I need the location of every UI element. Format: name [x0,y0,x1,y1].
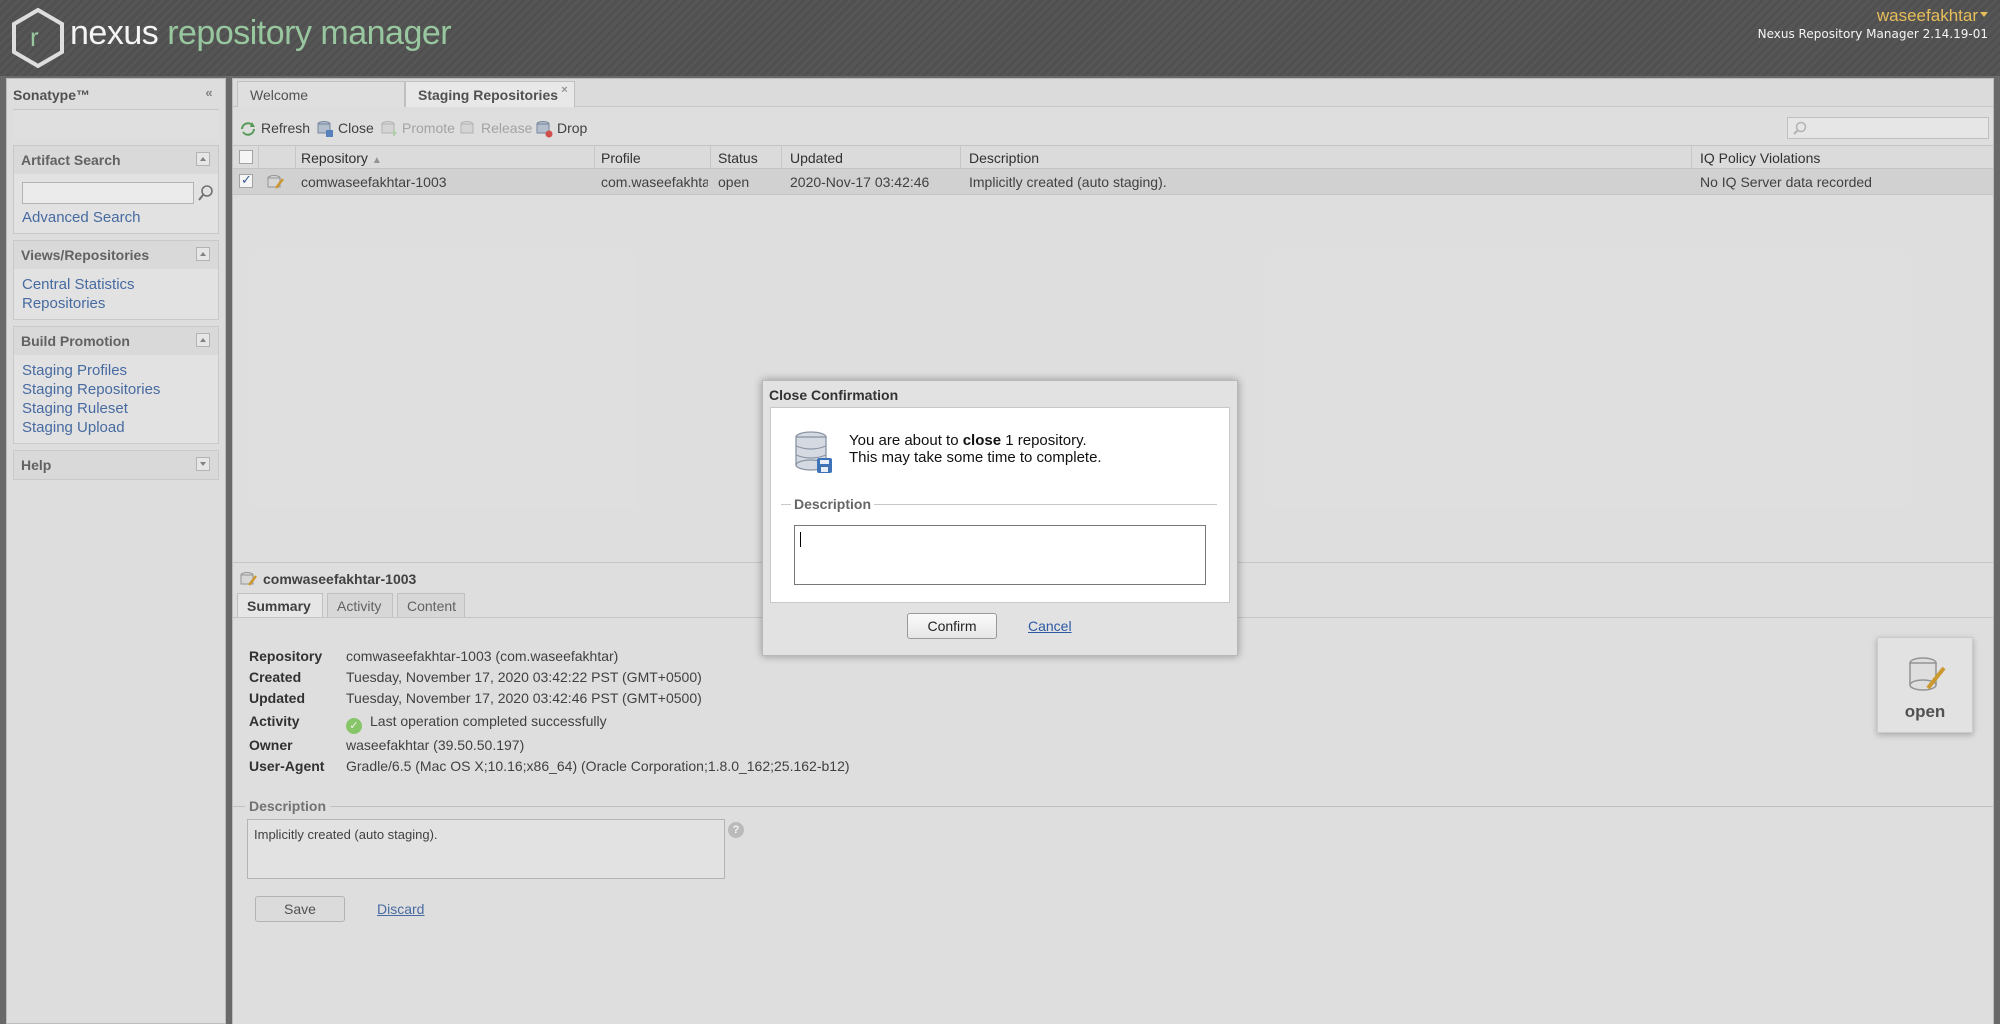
sidebar-link-staging-profiles[interactable]: Staging Profiles [22,361,210,380]
artifact-search-input[interactable] [22,182,194,204]
panel-header[interactable]: Help [14,451,218,479]
tab-welcome[interactable]: Welcome [237,81,405,107]
repository-edit-icon [240,572,257,586]
database-close-icon [317,121,333,137]
column-header-repository[interactable]: Repository ▲ [301,150,382,166]
column-header-status[interactable]: Status [718,150,758,166]
sidebar-link-staging-repositories[interactable]: Staging Repositories [22,380,210,399]
tab-content[interactable]: Content [397,593,465,617]
panel-views-repositories: Views/Repositories Central Statistics Re… [13,240,219,320]
drop-icon [536,121,553,138]
dialog-description-textarea[interactable] [794,525,1206,585]
description-textarea[interactable]: Implicitly created (auto staging). [247,819,725,879]
save-button[interactable]: Save [255,896,345,922]
nexus-logo-icon: r [12,8,64,68]
repository-edit-icon [267,175,284,189]
svg-text:r: r [30,22,39,52]
sidebar-link-staging-ruleset[interactable]: Staging Ruleset [22,399,210,418]
cell-updated: 2020-Nov-17 03:42:46 [790,174,930,190]
panel-help: Help [13,450,219,480]
collapse-up-icon[interactable] [196,333,210,347]
app-version: Nexus Repository Manager 2.14.19-01 [1757,27,1988,41]
database-icon [795,431,832,473]
close-tab-icon[interactable]: × [559,85,570,96]
sidebar-link-repositories[interactable]: Repositories [22,294,210,313]
sidebar-strip [13,109,219,139]
refresh-icon [241,122,255,136]
sidebar: Sonatype™ « Artifact Search Advanced Sea… [6,78,226,1024]
cell-iq-policy: No IQ Server data recorded [1700,174,1872,190]
tab-bar: Welcome Staging Repositories × [233,79,1993,107]
sidebar-link-central-statistics[interactable]: Central Statistics [22,275,210,294]
collapse-sidebar-icon[interactable]: « [201,86,217,102]
dialog-description-label: Description [791,496,875,512]
release-button[interactable]: Release [459,120,532,138]
cancel-link[interactable]: Cancel [1028,618,1072,634]
dialog-message-secondary: This may take some time to complete. [849,449,1102,466]
app-logo-text: nexus repository manager [70,14,452,52]
column-header-description[interactable]: Description [969,150,1039,166]
panel-artifact-search: Artifact Search Advanced Search [13,145,219,234]
success-check-icon: ✓ [346,718,362,734]
panel-build-promotion: Build Promotion Staging Profiles Staging… [13,326,219,444]
user-menu-caret-icon[interactable] [1980,12,1988,17]
row-checkbox[interactable] [239,172,253,188]
tab-staging-repositories[interactable]: Staging Repositories × [405,81,575,107]
search-icon[interactable] [198,183,216,203]
promote-button[interactable]: Promote [380,120,455,138]
status-card: open [1877,637,1973,733]
text-cursor [800,532,801,547]
cell-description: Implicitly created (auto staging). [969,174,1167,190]
expand-down-icon[interactable] [196,457,210,471]
panel-header[interactable]: Build Promotion [14,327,218,355]
collapse-up-icon[interactable] [196,152,210,166]
cell-status: open [718,174,750,190]
column-header-updated[interactable]: Updated [790,150,843,166]
tab-activity[interactable]: Activity [327,593,393,617]
close-repository-button[interactable]: Close [316,120,374,138]
grid-header: Repository ▲ Profile Status Updated Desc… [233,145,1993,169]
cell-profile: com.waseefakhtar [601,174,708,190]
dialog-body: You are about to close 1 repository. Thi… [770,407,1230,603]
cell-repository: comwaseefakhtar-1003 [301,174,447,190]
refresh-button[interactable]: Refresh [239,120,310,138]
dialog-title: Close Confirmation [769,387,899,403]
description-fieldset: Description [233,798,1993,814]
toolbar: Refresh Close Promote Release Drop [233,113,1993,145]
sidebar-link-advanced-search[interactable]: Advanced Search [22,208,210,227]
grid-filter-input[interactable] [1787,117,1989,139]
app-header: r nexus repository manager waseefakhtar … [0,0,2000,76]
dialog-message: You are about to close 1 repository. [849,432,1087,449]
sidebar-link-staging-upload[interactable]: Staging Upload [22,418,210,437]
user-menu[interactable]: waseefakhtar [1877,6,1978,26]
discard-link[interactable]: Discard [377,901,424,917]
table-row[interactable]: comwaseefakhtar-1003 com.waseefakhtar op… [233,169,1993,195]
close-confirmation-dialog: Close Confirmation You are about to clos… [762,380,1238,656]
collapse-up-icon[interactable] [196,247,210,261]
sidebar-title: Sonatype™ « [7,79,225,109]
repository-open-icon [1909,657,1946,691]
confirm-button[interactable]: Confirm [907,613,997,639]
tab-summary[interactable]: Summary [237,593,323,617]
column-header-iq-policy-violations[interactable]: IQ Policy Violations [1700,150,1820,166]
search-icon [1793,121,1807,135]
release-icon [460,121,474,134]
column-header-profile[interactable]: Profile [601,150,641,166]
detail-title: comwaseefakhtar-1003 [239,571,416,587]
panel-header[interactable]: Artifact Search [14,146,218,174]
promote-icon [381,121,397,137]
help-icon[interactable]: ? [728,822,744,838]
panel-header[interactable]: Views/Repositories [14,241,218,269]
select-all-checkbox[interactable] [239,150,253,164]
drop-button[interactable]: Drop [535,120,587,138]
